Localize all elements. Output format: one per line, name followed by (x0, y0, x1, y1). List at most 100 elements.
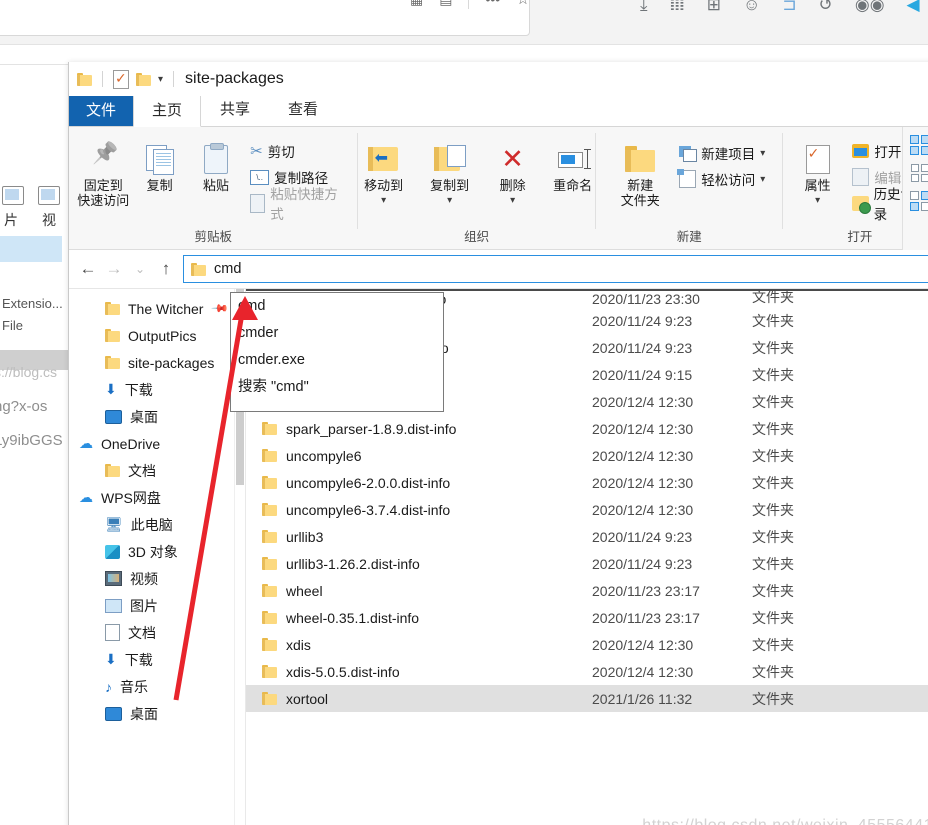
chevron-down-icon[interactable]: ⌄ (127, 262, 153, 276)
delete-chevron-down-icon[interactable]: ▾ (510, 193, 515, 208)
nav-item-3d-objects[interactable]: 3D 对象 (69, 538, 245, 565)
copy-to-chevron-down-icon[interactable]: ▾ (447, 193, 452, 208)
nav-item-label: 桌面 (130, 705, 158, 722)
desktop-icon (105, 409, 122, 424)
download-icon[interactable]: ⤓ (640, 0, 648, 13)
explorer-body: The Witcher 📌 OutputPics site-packages ⬇… (69, 289, 928, 825)
back-arrow-icon[interactable]: ← (75, 259, 101, 279)
easy-access-chevron-down-icon[interactable]: ▾ (760, 174, 765, 185)
nav-item-documents-onedrive[interactable]: 文档 (69, 457, 245, 484)
file-type: 文件夹 (752, 636, 794, 653)
cut-button[interactable]: ✂ 剪切 (250, 138, 345, 164)
nav-item-the-witcher[interactable]: The Witcher 📌 (69, 295, 245, 322)
address-input[interactable]: cmd (183, 255, 928, 283)
copy-to-button[interactable]: 复制到 ▾ (419, 136, 481, 208)
autocomplete-item-cmder[interactable]: cmder (231, 320, 443, 347)
new-item-button[interactable]: 新建项目 ▾ (679, 140, 765, 166)
easy-access-button[interactable]: 轻松访问 ▾ (677, 166, 765, 192)
view-small-icons[interactable] (911, 164, 928, 182)
paste-shortcut-button[interactable]: 粘贴快捷方式 (250, 187, 345, 222)
properties-icon[interactable] (113, 69, 129, 89)
table-row[interactable]: xortool 2021/1/26 11:32 文件夹 (246, 685, 928, 712)
pin-to-quick-access-button[interactable]: 固定到 快速访问 (77, 136, 129, 208)
nav-item-label: 桌面 (130, 408, 158, 425)
reader-icon[interactable]: ▤ (439, 0, 452, 8)
tab-home[interactable]: 主页 (133, 93, 202, 127)
new-item-chevron-down-icon[interactable]: ▾ (760, 148, 765, 159)
undo-icon[interactable]: ↺ (819, 0, 833, 13)
table-row[interactable]: xdis-5.0.5.dist-info 2020/12/4 12:30 文件夹 (246, 658, 928, 685)
up-arrow-icon[interactable]: ↑ (153, 259, 179, 279)
share-icon[interactable]: ◀ (907, 0, 920, 13)
tab-share[interactable]: 共享 (201, 92, 269, 126)
table-row[interactable]: uncompyle6-3.7.4.dist-info 2020/12/4 12:… (246, 496, 928, 523)
nav-item-outputpics[interactable]: OutputPics (69, 322, 245, 349)
browser-url-bar[interactable]: t=1&articleId=113177225 ▦ ▤ ••• ☆ (0, 0, 530, 36)
copy-path-icon: \.. (250, 169, 270, 185)
nav-item-music[interactable]: ♪ 音乐 (69, 673, 245, 700)
tab-view[interactable]: 查看 (269, 92, 337, 126)
qr-code-icon[interactable]: ▦ (410, 0, 423, 8)
background-left-column: 片 视 Extensio... File s://blog.cs ng?x-os… (0, 88, 76, 825)
table-row[interactable]: spark_parser-1.8.9.dist-info 2020/12/4 1… (246, 415, 928, 442)
library-icon[interactable]: 𝍖 (670, 0, 685, 13)
table-row[interactable]: wheel-0.35.1.dist-info 2020/11/23 23:17 … (246, 604, 928, 631)
autocomplete-item-cmd[interactable]: cmd (231, 293, 443, 320)
table-row[interactable]: xdis 2020/12/4 12:30 文件夹 (246, 631, 928, 658)
paste-shortcut-icon (250, 193, 266, 213)
split-screen-icon[interactable]: ⊞ (707, 0, 721, 13)
ribbon-group-open-title: 打开 (847, 230, 873, 244)
table-row[interactable]: uncompyle6 2020/12/4 12:30 文件夹 (246, 442, 928, 469)
nav-item-label: OutputPics (128, 327, 197, 344)
more-icon[interactable]: ••• (485, 0, 500, 7)
table-row[interactable]: uncompyle6-2.0.0.dist-info 2020/12/4 12:… (246, 469, 928, 496)
this-pc-icon: 🖥 (105, 516, 123, 532)
file-type: 文件夹 (752, 393, 794, 410)
rename-button[interactable]: 重命名 (545, 136, 601, 193)
forward-arrow-icon[interactable]: → (101, 259, 127, 279)
nav-item-site-packages[interactable]: site-packages (69, 349, 245, 376)
autocomplete-item-cmder-exe[interactable]: cmder.exe (231, 347, 443, 374)
paste-button[interactable]: 粘贴 (190, 136, 242, 193)
autocomplete-item-search[interactable]: 搜索 "cmd" (231, 374, 443, 401)
properties-button[interactable]: 属性 ▾ (791, 136, 845, 208)
table-row[interactable]: wheel 2020/11/23 23:17 文件夹 (246, 577, 928, 604)
new-item-icon (679, 145, 698, 162)
easy-access-icon (677, 169, 697, 188)
background-watermark-3: Ly9ibGGS (0, 432, 63, 449)
plugin-icon[interactable]: ⊐ (782, 0, 796, 13)
nav-item-onedrive[interactable]: ☁ OneDrive (69, 430, 245, 457)
nav-item-this-pc[interactable]: 🖥 此电脑 (69, 511, 245, 538)
nav-item-downloads[interactable]: ⬇ 下载 (69, 376, 245, 403)
move-to-chevron-down-icon[interactable]: ▾ (381, 193, 386, 208)
video-icon (38, 186, 60, 205)
nav-item-desktop-pc[interactable]: 桌面 (69, 700, 245, 727)
delete-button[interactable]: ✕ 删除 ▾ (485, 136, 541, 208)
nav-item-videos[interactable]: 视频 (69, 565, 245, 592)
nav-item-wps-cloud[interactable]: ☁ WPS网盘 (69, 484, 245, 511)
tab-file[interactable]: 文件 (69, 94, 134, 126)
file-date: 2021/1/26 11:32 (592, 690, 693, 707)
smiley-icon[interactable]: ☺ (743, 0, 760, 13)
desktop-icon (105, 706, 122, 721)
table-row[interactable]: urllib3 2020/11/24 9:23 文件夹 (246, 523, 928, 550)
move-to-button[interactable]: ⬅ 移动到 ▾ (353, 136, 415, 208)
nav-item-desktop[interactable]: 桌面 (69, 403, 245, 430)
copy-button[interactable]: 复制 (133, 136, 185, 193)
file-name: wheel (286, 582, 323, 599)
new-folder-icon[interactable] (136, 72, 151, 86)
favorite-star-icon[interactable]: ☆ (516, 0, 529, 8)
address-autocomplete-dropdown: cmd cmder cmder.exe 搜索 "cmd" (230, 292, 444, 412)
glasses-icon[interactable]: ◉◉ (855, 0, 885, 13)
nav-item-pictures[interactable]: 图片 (69, 592, 245, 619)
new-folder-button[interactable]: 新建 文件夹 (609, 136, 671, 208)
view-details-icons[interactable] (910, 191, 928, 211)
folder-icon[interactable] (77, 72, 92, 86)
scissors-icon: ✂ (250, 143, 263, 160)
view-large-icons[interactable] (910, 135, 928, 155)
nav-item-documents[interactable]: 文档 (69, 619, 245, 646)
properties-chevron-down-icon[interactable]: ▾ (815, 193, 820, 208)
nav-item-downloads-pc[interactable]: ⬇ 下载 (69, 646, 245, 673)
table-row[interactable]: urllib3-1.26.2.dist-info 2020/11/24 9:23… (246, 550, 928, 577)
customize-dropdown-icon[interactable]: ▾ (158, 74, 163, 85)
